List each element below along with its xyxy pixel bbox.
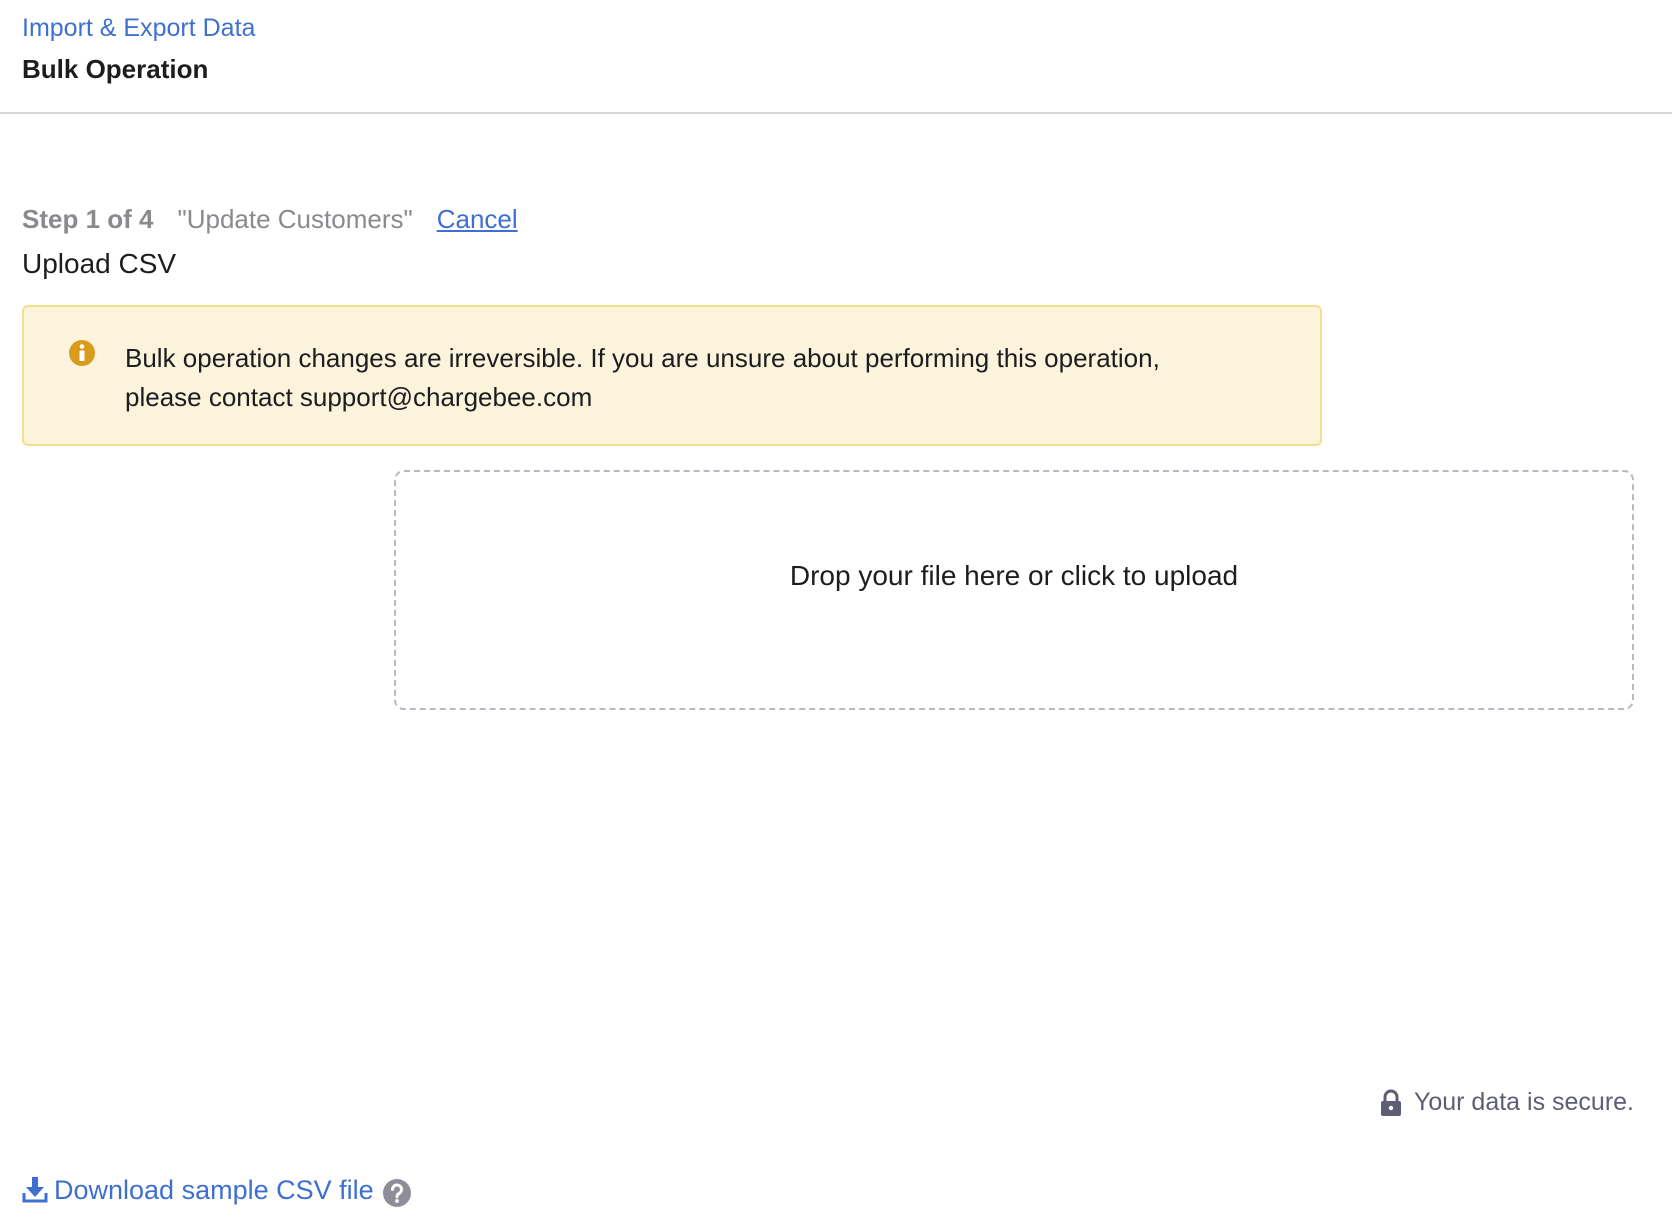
breadcrumb-import-export[interactable]: Import & Export Data — [22, 14, 255, 43]
security-note: Your data is secure. — [1380, 1088, 1634, 1117]
help-icon[interactable] — [382, 1178, 412, 1208]
download-label: Download sample CSV file — [54, 1174, 374, 1205]
lock-icon — [1380, 1089, 1401, 1116]
page-title: Bulk Operation — [22, 54, 209, 84]
security-text: Your data is secure. — [1413, 1088, 1634, 1116]
cancel-link[interactable]: Cancel — [437, 204, 518, 235]
alert-message-line-2: please contact support@chargebee.com — [125, 382, 593, 412]
step-indicator: Step 1 of 4 "Update Customers" Cancel — [22, 204, 518, 235]
page-header: Import & Export Data Bulk Operation — [0, 0, 1672, 114]
step-counter: Step 1 of 4 — [22, 204, 154, 234]
download-icon — [22, 1177, 48, 1203]
bulk-operation-page: Import & Export Data Bulk Operation Step… — [0, 0, 1672, 1226]
alert-message: Bulk operation changes are irreversible.… — [125, 339, 1275, 417]
file-upload-dropzone[interactable]: Drop your file here or click to upload — [394, 470, 1634, 710]
warning-alert: Bulk operation changes are irreversible.… — [22, 305, 1322, 446]
operation-name: "Update Customers" — [177, 204, 413, 234]
info-icon — [69, 340, 95, 366]
step-title: Upload CSV — [22, 248, 177, 279]
download-sample-csv-link[interactable]: Download sample CSV file — [22, 1175, 374, 1206]
alert-message-line-1: Bulk operation changes are irreversible.… — [125, 343, 1160, 373]
dropzone-text: Drop your file here or click to upload — [789, 560, 1239, 591]
download-section: Download sample CSV file — [22, 1172, 412, 1208]
